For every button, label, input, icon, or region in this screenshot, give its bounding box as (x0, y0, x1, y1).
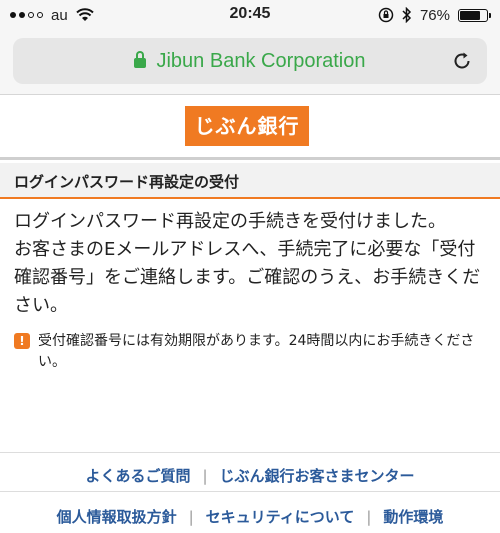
bluetooth-icon (402, 7, 412, 23)
footer-links-row-1: よくあるご質問 | じぶん銀行お客さまセンター (0, 452, 500, 491)
security-link[interactable]: セキュリティについて (206, 508, 355, 526)
message-body: ログインパスワード再設定の手続きを受付けました。 お客さまのEメールアドレスへ、… (14, 208, 484, 320)
page-title: ログインパスワード再設定の受付 (14, 173, 240, 191)
operating-environment-link[interactable]: 動作環境 (383, 508, 443, 526)
reload-icon[interactable] (451, 50, 473, 72)
link-separator: | (202, 467, 208, 485)
browser-bar: Jibun Bank Corporation (0, 30, 500, 95)
message-paragraph-1: ログインパスワード再設定の手続きを受付けました。 (14, 211, 446, 232)
privacy-policy-link[interactable]: 個人情報取扱方針 (57, 508, 177, 526)
notice-text: 受付確認番号には有効期限があります。24時間以内にお手続きください。 (38, 333, 475, 370)
customer-center-link[interactable]: じぶん銀行お客さまセンター (220, 467, 415, 485)
orientation-lock-icon (378, 7, 394, 23)
header-band: じぶん銀行 (0, 95, 500, 160)
section-header: ログインパスワード再設定の受付 (0, 163, 500, 199)
expiry-notice: ! 受付確認番号には有効期限があります。24時間以内にお手続きください。 (14, 331, 484, 373)
link-separator: | (366, 508, 372, 526)
lock-icon (134, 51, 147, 68)
exclamation-icon: ! (14, 333, 30, 349)
message-paragraph-2: お客さまのEメールアドレスへ、手続完了に必要な「受付確認番号」をご連絡します。ご… (14, 239, 481, 316)
battery-icon (458, 8, 491, 22)
battery-percent: 76% (419, 6, 450, 24)
link-separator: | (188, 508, 194, 526)
status-bar: au 20:45 76% (0, 0, 500, 30)
bank-logo[interactable]: じぶん銀行 (185, 106, 309, 146)
footer-links-row-2: 個人情報取扱方針 | セキュリティについて | 動作環境 (0, 491, 500, 533)
url-title: Jibun Bank Corporation (156, 50, 366, 72)
url-display[interactable]: Jibun Bank Corporation (13, 50, 487, 73)
faq-link[interactable]: よくあるご質問 (85, 467, 190, 485)
status-right: 76% (378, 6, 491, 24)
address-bar[interactable]: Jibun Bank Corporation (13, 38, 487, 84)
